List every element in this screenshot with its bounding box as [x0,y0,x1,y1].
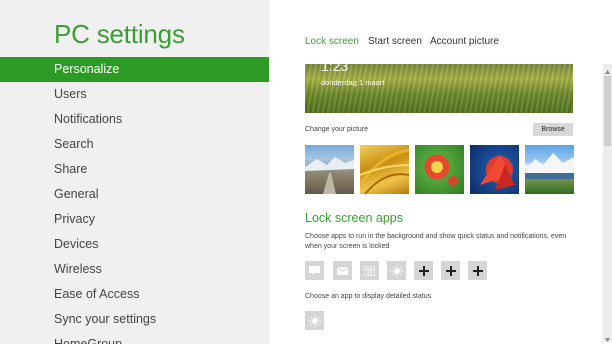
messaging-icon [309,266,320,275]
sidebar-item-ease-of-access[interactable]: Ease of Access [0,282,269,307]
app-title: PC settings [54,19,185,49]
browse-button[interactable]: Browse [533,123,573,136]
wheat-field-image [360,148,409,194]
sidebar-item-homegroup[interactable]: HomeGroup [0,332,269,344]
lock-app-slot-messaging[interactable] [305,261,324,280]
add-icon [445,265,456,276]
detailed-status-slot-weather[interactable] [305,311,324,330]
sidebar-item-notifications[interactable]: Notifications [0,107,269,132]
weather-icon [390,264,403,277]
lock-screen-apps-title: Lock screen apps [305,211,403,225]
picture-thumbnail-mountain[interactable] [525,145,574,194]
road-landscape-image [305,157,354,194]
picture-thumbnail-road[interactable] [305,145,354,194]
sidebar: PC settings Personalize Users Notificati… [0,0,269,344]
mountain-lake-image [525,153,574,179]
lock-app-slot-add-1[interactable] [414,261,433,280]
sidebar-item-general[interactable]: General [0,182,269,207]
sidebar-item-devices[interactable]: Devices [0,232,269,257]
lock-screen-apps-description: Choose apps to run in the background and… [305,233,567,250]
detailed-status-label: Choose an app to display detailed status [305,293,432,300]
sidebar-item-users[interactable]: Users [0,82,269,107]
scrollbar-thumb[interactable] [604,76,611,146]
sidebar-item-wireless[interactable]: Wireless [0,257,269,282]
tab-account-picture[interactable]: Account picture [430,36,499,47]
lock-app-slot-add-2[interactable] [441,261,460,280]
add-icon [418,265,429,276]
add-icon [472,265,483,276]
preview-time: 1:23 [321,64,349,74]
scroll-down-arrow-icon[interactable] [603,332,612,342]
sidebar-item-share[interactable]: Share [0,157,269,182]
picture-thumbnail-leaves[interactable] [470,145,519,194]
scroll-up-arrow-icon[interactable] [603,64,612,74]
calendar-icon [364,265,375,276]
red-leaves-image [480,155,515,190]
change-picture-label: Change your picture [305,126,369,133]
tab-start-screen[interactable]: Start screen [368,36,422,47]
sidebar-item-search[interactable]: Search [0,132,269,157]
picture-thumbnail-wheat[interactable] [360,145,409,194]
lock-app-slot-weather[interactable] [387,261,406,280]
lock-app-slot-add-3[interactable] [468,261,487,280]
mail-icon [337,266,348,275]
lock-app-slot-mail[interactable] [333,261,352,280]
red-flower-image [431,161,458,186]
weather-icon [308,314,321,327]
sidebar-item-personalize[interactable]: Personalize [0,57,269,82]
tab-lock-screen[interactable]: Lock screen [305,36,359,47]
lock-screen-preview: 1:23 donderdag 1 maart [305,64,573,113]
lock-app-slot-calendar[interactable] [360,261,379,280]
preview-date: donderdag 1 maart [321,78,385,87]
sidebar-item-sync-your-settings[interactable]: Sync your settings [0,307,269,332]
picture-thumbnail-flower[interactable] [415,145,464,194]
sidebar-item-privacy[interactable]: Privacy [0,207,269,232]
